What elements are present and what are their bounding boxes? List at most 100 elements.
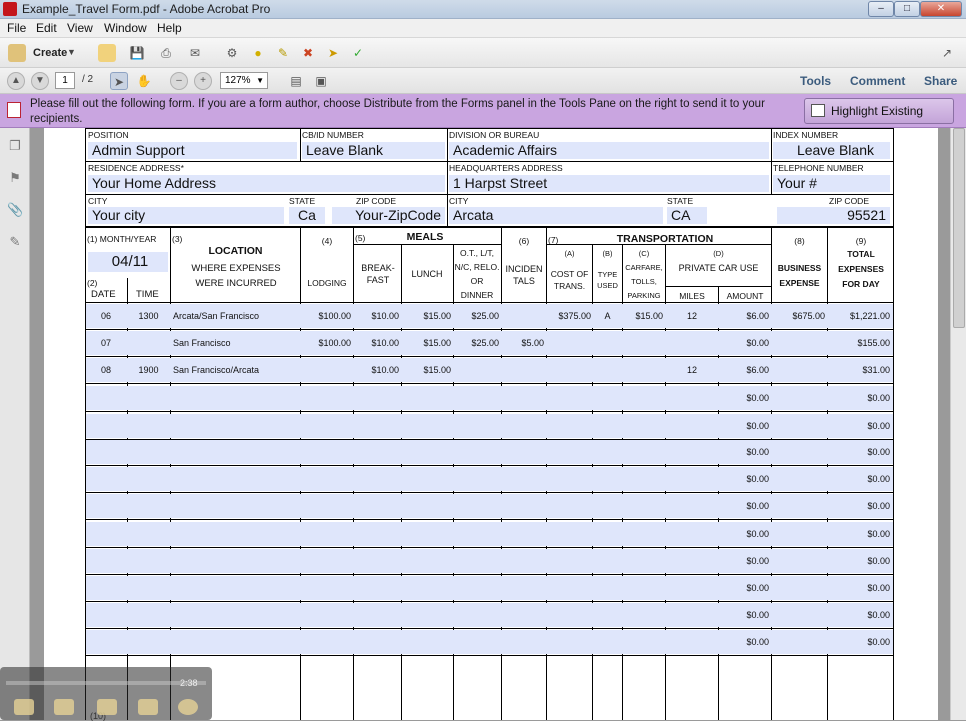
cell-amount[interactable]: $0.00	[719, 338, 769, 348]
vertical-scrollbar[interactable]	[950, 128, 966, 720]
fit-page-icon[interactable]: ▤	[287, 72, 305, 90]
cell-date[interactable]: 07	[86, 338, 126, 348]
index-field[interactable]: Leave Blank	[773, 142, 890, 159]
cell-amount[interactable]: $0.00	[719, 447, 769, 457]
cell-total[interactable]: $155.00	[828, 338, 890, 348]
cell-breakfast[interactable]: $10.00	[354, 311, 399, 321]
hq-city-field[interactable]: Arcata	[449, 207, 663, 224]
zip-field[interactable]: Your-ZipCode	[332, 207, 445, 224]
menu-window[interactable]: Window	[104, 21, 147, 35]
cell-total[interactable]: $0.00	[828, 583, 890, 593]
signatures-icon[interactable]: ✎	[7, 234, 23, 250]
export-icon[interactable]: ➤	[324, 44, 342, 62]
city-field[interactable]: Your city	[88, 207, 284, 224]
gear-icon[interactable]: ⚙	[223, 44, 241, 62]
cell-amount[interactable]: $0.00	[719, 501, 769, 511]
cell-miles[interactable]: 12	[666, 365, 718, 375]
menu-help[interactable]: Help	[157, 21, 182, 35]
cell-breakfast[interactable]: $10.00	[354, 365, 399, 375]
menu-file[interactable]: File	[7, 21, 26, 35]
next-page-icon[interactable]: ▼	[31, 72, 49, 90]
highlight-icon[interactable]: ✎	[274, 44, 292, 62]
cell-total[interactable]: $0.00	[828, 474, 890, 484]
print-icon[interactable]: ⎙	[157, 44, 175, 62]
share-pane-link[interactable]: Share	[924, 74, 957, 88]
cell-incidentals[interactable]: $5.00	[502, 338, 544, 348]
zoom-select[interactable]: 127% ▼	[220, 72, 268, 89]
scrollbar-thumb[interactable]	[953, 128, 965, 328]
chevron-down-icon[interactable]: ▼	[67, 47, 76, 57]
prev-page-icon[interactable]: ▲	[7, 72, 25, 90]
month-year-field[interactable]: 04/11	[88, 252, 168, 272]
cell-lunch[interactable]: $15.00	[402, 311, 451, 321]
cell-date[interactable]: 08	[86, 365, 126, 375]
cell-amount[interactable]: $0.00	[719, 637, 769, 647]
telephone-field[interactable]: Your #	[773, 175, 890, 192]
email-icon[interactable]: ✉	[186, 44, 204, 62]
cell-amount[interactable]: $0.00	[719, 393, 769, 403]
zoom-out-icon[interactable]: –	[170, 72, 188, 90]
cell-carfare[interactable]: $15.00	[623, 311, 663, 321]
cell-total[interactable]: $0.00	[828, 610, 890, 620]
cell-total[interactable]: $0.00	[828, 447, 890, 457]
cell-amount[interactable]: $0.00	[719, 583, 769, 593]
zoom-in-icon[interactable]: +	[194, 72, 212, 90]
cell-cost[interactable]: $375.00	[547, 311, 591, 321]
cell-lunch[interactable]: $15.00	[402, 338, 451, 348]
cell-lodging[interactable]: $100.00	[301, 311, 351, 321]
cancel-icon[interactable]	[178, 699, 198, 715]
cell-time[interactable]: 1300	[128, 311, 169, 321]
menu-view[interactable]: View	[67, 21, 93, 35]
hand-tool-icon[interactable]: ✋	[135, 72, 153, 90]
cell-amount[interactable]: $0.00	[719, 421, 769, 431]
stop-icon[interactable]	[14, 699, 34, 715]
comment-pane-link[interactable]: Comment	[850, 74, 905, 88]
cell-lodging[interactable]: $100.00	[301, 338, 351, 348]
save-icon[interactable]: 💾	[128, 44, 146, 62]
attachments-icon[interactable]: 📎	[7, 202, 23, 218]
page-number-input[interactable]: 1	[55, 72, 75, 89]
tools-pane-link[interactable]: Tools	[800, 74, 831, 88]
residence-field[interactable]: Your Home Address	[88, 175, 445, 192]
hq-state-field[interactable]: CA	[667, 207, 707, 224]
fullscreen-icon[interactable]: ↗	[938, 44, 956, 62]
close-button[interactable]: ✕	[920, 1, 962, 17]
hq-zip-field[interactable]: 95521	[777, 207, 890, 224]
cell-location[interactable]: San Francisco	[173, 338, 299, 348]
highlight-fields-button[interactable]: Highlight Existing Fields	[804, 98, 954, 142]
cell-date[interactable]: 06	[86, 311, 126, 321]
cell-total[interactable]: $0.00	[828, 556, 890, 566]
pause-icon[interactable]	[54, 699, 74, 715]
cell-lunch[interactable]: $15.00	[402, 365, 451, 375]
comment-icon[interactable]: ●	[249, 44, 267, 62]
cell-miles[interactable]: 12	[666, 311, 718, 321]
hq-address-field[interactable]: 1 Harpst Street	[449, 175, 769, 192]
review-icon[interactable]: ✓	[349, 44, 367, 62]
cell-ot[interactable]: $25.00	[454, 311, 499, 321]
create-icon[interactable]	[8, 44, 26, 62]
create-button[interactable]: Create	[33, 47, 67, 59]
cell-amount[interactable]: $6.00	[719, 365, 769, 375]
cell-ot[interactable]: $25.00	[454, 338, 499, 348]
division-field[interactable]: Academic Affairs	[449, 142, 769, 159]
bookmarks-icon[interactable]: ⚑	[7, 170, 23, 186]
maximize-button[interactable]: □	[894, 1, 920, 17]
cell-total[interactable]: $0.00	[828, 637, 890, 647]
recorder-progress-track[interactable]	[6, 681, 206, 685]
page-thumbnails-icon[interactable]: ❐	[7, 138, 23, 154]
cell-time[interactable]: 1900	[128, 365, 169, 375]
cell-amount[interactable]: $0.00	[719, 610, 769, 620]
cbid-field[interactable]: Leave Blank	[302, 142, 445, 159]
select-tool-icon[interactable]: ➤	[110, 72, 128, 90]
cell-total[interactable]: $31.00	[828, 365, 890, 375]
cell-amount[interactable]: $0.00	[719, 556, 769, 566]
cell-location[interactable]: San Francisco/Arcata	[173, 365, 299, 375]
position-field[interactable]: Admin Support	[88, 142, 297, 159]
cell-amount[interactable]: $0.00	[719, 529, 769, 539]
cell-type[interactable]: A	[593, 311, 622, 321]
cell-total[interactable]: $1,221.00	[828, 311, 890, 321]
cell-business[interactable]: $675.00	[772, 311, 825, 321]
menu-edit[interactable]: Edit	[36, 21, 57, 35]
minimize-button[interactable]: –	[868, 1, 894, 17]
fit-width-icon[interactable]: ▣	[312, 72, 330, 90]
